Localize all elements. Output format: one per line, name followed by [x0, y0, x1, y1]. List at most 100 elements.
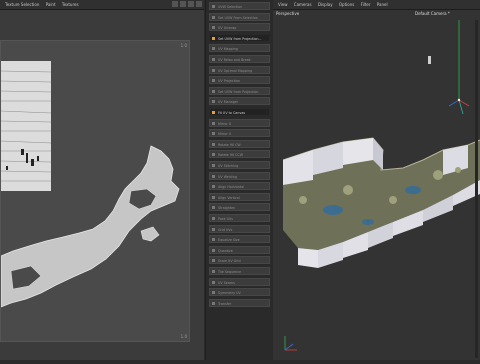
vp-menu-options[interactable]: Options: [339, 2, 354, 7]
tool-button-label: Quantize: [218, 248, 233, 253]
tool-button-9[interactable]: UV Manager: [209, 97, 270, 106]
vp-menu-cameras[interactable]: Cameras: [294, 2, 312, 7]
tool-button-label: Mirror U: [218, 121, 232, 126]
tool-button-20[interactable]: Pack UVs: [209, 214, 270, 222]
uv-menu-paint[interactable]: Paint: [46, 2, 56, 7]
tool-button-26[interactable]: UV Seams: [209, 277, 270, 286]
tool-button-22[interactable]: Equalize Size: [209, 235, 270, 244]
tool-icon: [212, 26, 215, 30]
tool-button-label: UV Mapping: [218, 47, 238, 52]
tool-button-label: Straighten: [218, 206, 236, 211]
axis-gizmo: [284, 336, 297, 351]
tool-button-4[interactable]: UV Mapping: [209, 44, 270, 53]
tool-icon: [212, 111, 215, 114]
view-name: Perspective: [276, 11, 300, 16]
uv-corner-top: 1.0: [180, 43, 187, 48]
tool-button-27[interactable]: Symmetry UV: [209, 288, 270, 297]
tool-button-0[interactable]: UVW Selection: [209, 2, 270, 10]
tool-icon: [212, 121, 215, 125]
tool-button-24[interactable]: Scale UV Grid: [209, 256, 270, 265]
tool-icon: [212, 195, 215, 199]
tool-button-label: Equalize Size: [218, 238, 240, 243]
tool-icon: [212, 36, 215, 40]
light-gizmo: [448, 20, 470, 115]
search-icon[interactable]: [188, 1, 194, 7]
uv-editor-panel: 1.0 1.0: [0, 10, 204, 360]
tool-icon: [212, 301, 215, 305]
uv-canvas[interactable]: 1.0 1.0: [0, 40, 190, 342]
tool-icon: [212, 15, 215, 19]
tool-button-14[interactable]: Rotate 90 CCW: [209, 150, 270, 159]
tool-icon: [212, 5, 215, 8]
tool-button-label: Symmetry UV: [218, 291, 241, 296]
tool-button-label: UV Projection: [218, 79, 241, 84]
viewport-scene-svg: [282, 20, 480, 351]
vp-menu-view[interactable]: View: [278, 2, 288, 7]
tool-button-8[interactable]: Set UVW from Projection: [209, 86, 270, 95]
tool-button-12[interactable]: Mirror V: [209, 129, 270, 138]
tool-button-label: UV Manager: [218, 100, 239, 105]
uv-tool-palette: UVW Selection Set UVW From Selection UV Un…: [205, 0, 274, 360]
tool-icon: [212, 280, 215, 284]
tool-button-7[interactable]: UV Projection: [209, 76, 270, 85]
tool-icon: [212, 79, 215, 83]
uv-menu-textures[interactable]: Textures: [62, 2, 79, 7]
tool-button-21[interactable]: Grid UVs: [209, 224, 270, 233]
tool-button-label: Rotate 90 CW: [218, 142, 241, 147]
tool-button-label: UV Optimal Mapping: [218, 68, 252, 73]
tool-button-label: UV Stitching: [218, 164, 239, 168]
tool-icon: [212, 174, 215, 178]
tool-button-label: UV Welding: [218, 174, 237, 179]
tool-button-18[interactable]: Align Vertical: [209, 192, 270, 201]
uv-menu-texture-selection[interactable]: Texture Selection: [5, 2, 39, 7]
tool-button-2[interactable]: UV Unwrap: [209, 23, 270, 32]
tool-button-17[interactable]: Align Horizontal: [209, 182, 270, 191]
tool-button-10[interactable]: Fit UV to Canvas: [209, 108, 270, 116]
tool-button-19[interactable]: Straighten: [209, 203, 270, 212]
up-icon[interactable]: [180, 1, 186, 7]
tool-icon: [212, 291, 215, 295]
island-mesh[interactable]: [282, 137, 480, 268]
tool-button-23[interactable]: Quantize: [209, 245, 270, 254]
tool-button-label: Transfer: [218, 301, 232, 306]
null-object[interactable]: [428, 56, 431, 64]
arrow-icon[interactable]: [172, 1, 178, 7]
tool-icon: [212, 58, 215, 61]
vp-menu-panel[interactable]: Panel: [377, 2, 388, 7]
3d-viewport[interactable]: Perspective Default Camera *: [273, 10, 480, 360]
tool-button-16[interactable]: UV Welding: [209, 171, 270, 180]
tool-button-label: Grid UVs: [218, 227, 233, 232]
tool-button-28[interactable]: Transfer: [209, 298, 270, 307]
texture-preview: [0, 61, 52, 191]
uv-header-icons: [172, 1, 202, 7]
uv-islands-svg: [0, 61, 180, 308]
tool-button-5[interactable]: UV Relax and Break: [209, 55, 270, 63]
camera-name[interactable]: Default Camera *: [415, 11, 450, 16]
tool-icon: [212, 47, 215, 51]
tool-button-label: Set UVW From Selection: [218, 15, 258, 20]
tool-button-25[interactable]: Tile Sequence: [209, 267, 270, 275]
tool-button-6[interactable]: UV Optimal Mapping: [209, 65, 270, 74]
tool-button-13[interactable]: Rotate 90 CW: [209, 139, 270, 148]
tool-button-label: Mirror V: [218, 132, 232, 137]
uv-corner-bottom: 1.0: [180, 334, 187, 339]
viewport-scrollbar[interactable]: [475, 20, 478, 358]
tool-icon: [212, 206, 215, 210]
tool-button-label: UV Relax and Break: [218, 58, 251, 62]
tool-button-1[interactable]: Set UVW From Selection: [209, 12, 270, 21]
tool-icon: [212, 248, 215, 252]
tool-button-15[interactable]: UV Stitching: [209, 161, 270, 169]
tool-button-3[interactable]: Set UVW from Projection...: [209, 33, 270, 42]
tool-button-11[interactable]: Mirror U: [209, 118, 270, 127]
island-tip[interactable]: [140, 226, 160, 242]
tool-icon: [212, 89, 215, 93]
tool-button-label: Rotate 90 CCW: [218, 153, 243, 158]
vp-menu-filter[interactable]: Filter: [361, 2, 371, 7]
tool-icon: [212, 259, 215, 263]
tool-button-label: Tile Sequence: [218, 270, 242, 274]
maximize-icon[interactable]: [196, 1, 202, 7]
tool-icon: [212, 227, 215, 231]
vp-menu-display[interactable]: Display: [318, 2, 333, 7]
tool-button-label: Set UVW from Projection: [218, 89, 259, 94]
tool-icon: [212, 217, 215, 220]
